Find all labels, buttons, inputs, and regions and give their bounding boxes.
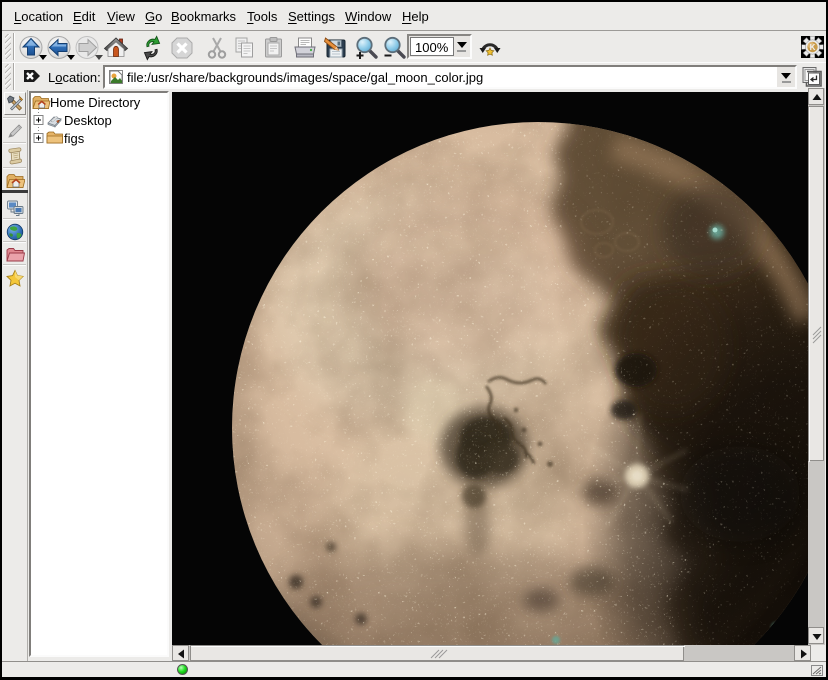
svg-text:K: K — [810, 43, 816, 52]
